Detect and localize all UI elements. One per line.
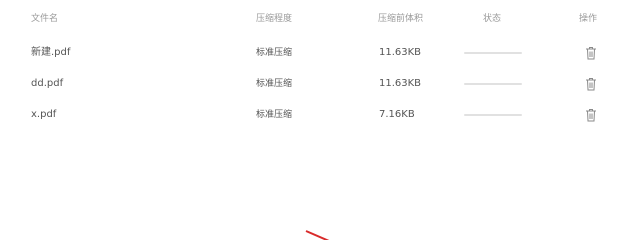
file-size: 11.63KB [379, 47, 422, 58]
table-row[interactable]: 新建.pdf 标准压缩 11.63KB [0, 43, 627, 63]
compression-level: 标准压缩 [256, 110, 293, 120]
header-compression-level: 压缩程度 [256, 14, 293, 24]
file-name: dd.pdf [31, 78, 64, 89]
status-progress-bar [464, 114, 522, 116]
trash-icon [586, 78, 596, 91]
file-size: 11.63KB [379, 78, 422, 89]
file-size: 7.16KB [379, 109, 415, 120]
annotation-arrow-line [305, 230, 330, 240]
header-original-size: 压缩前体积 [378, 14, 424, 24]
header-filename: 文件名 [31, 14, 59, 24]
compression-level: 标准压缩 [256, 48, 293, 58]
file-name: 新建.pdf [31, 47, 71, 58]
status-progress-bar [464, 83, 522, 85]
header-action: 操作 [579, 14, 598, 24]
header-status: 状态 [483, 14, 502, 24]
table-header: 文件名 压缩程度 压缩前体积 状态 操作 [0, 9, 627, 29]
delete-button[interactable] [585, 108, 597, 122]
status-progress-bar [464, 52, 522, 54]
table-row[interactable]: dd.pdf 标准压缩 11.63KB [0, 74, 627, 94]
trash-icon [586, 109, 596, 122]
delete-button[interactable] [585, 46, 597, 60]
trash-icon [586, 47, 596, 60]
delete-button[interactable] [585, 77, 597, 91]
table-row[interactable]: x.pdf 标准压缩 7.16KB [0, 105, 627, 125]
file-name: x.pdf [31, 109, 57, 120]
compression-level: 标准压缩 [256, 79, 293, 89]
